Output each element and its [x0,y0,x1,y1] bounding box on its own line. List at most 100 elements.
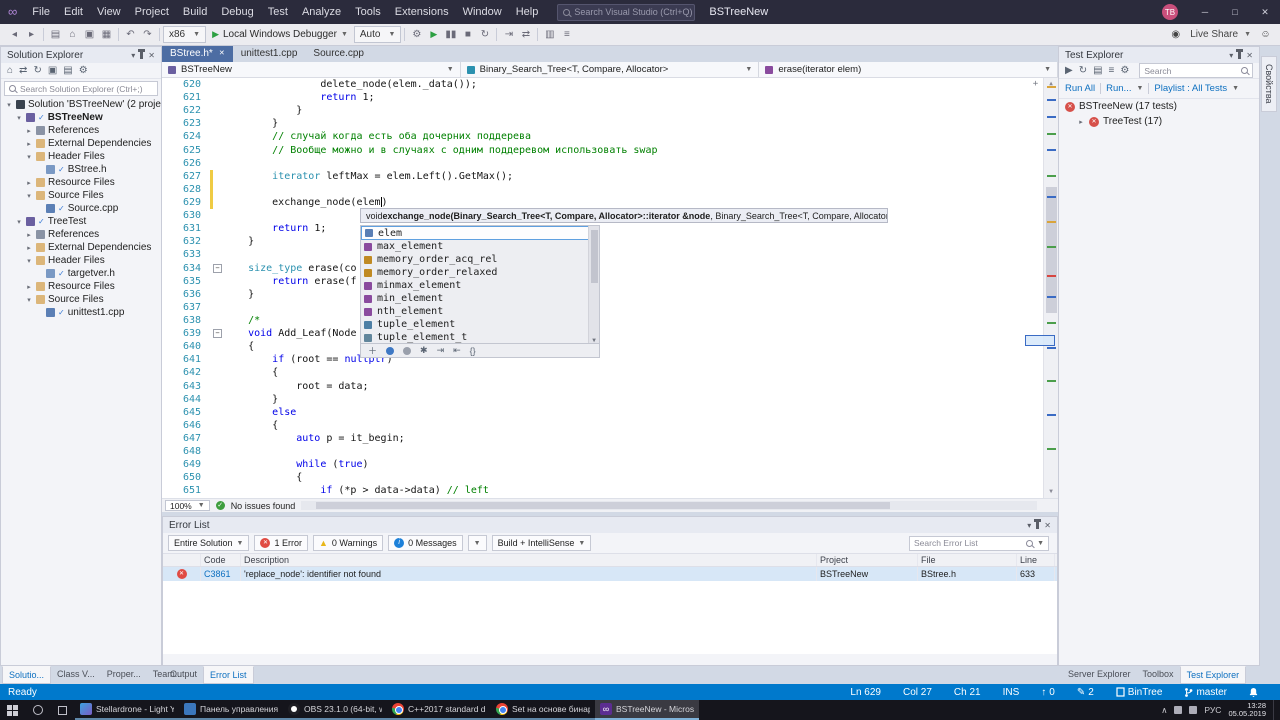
columns-filter-button[interactable]: ▼ [468,535,487,551]
solution-search-box[interactable]: Search Solution Explorer (Ctrl+;) [4,81,158,96]
save-icon[interactable]: ▣ [81,29,98,40]
completion-item[interactable]: tuple_element [361,318,599,331]
refresh-icon[interactable]: ↻ [33,65,41,76]
home-icon[interactable]: ⌂ [7,65,13,76]
col-project[interactable]: Project [817,554,918,566]
maximize-button[interactable]: □ [1220,0,1250,24]
taskbar-app-0[interactable]: Stellardrone - Light Y... [75,700,179,720]
code-line[interactable]: 628 [162,183,1058,196]
test-search-box[interactable]: Search [1139,63,1253,78]
expander-icon[interactable]: ▸ [25,179,33,187]
completion-item[interactable]: elem [361,226,599,240]
panel-tab-toolbox[interactable]: Toolbox [1137,666,1180,684]
menu-debug[interactable]: Debug [214,0,260,24]
test-link-0[interactable]: Run All [1065,83,1095,94]
filter-snippets-icon[interactable]: {} [470,346,476,356]
code-line[interactable]: 626 [162,157,1058,170]
code-editor[interactable]: 620 delete_node(elem._data());621 return… [162,78,1058,498]
close-icon[interactable]: ✕ [1246,51,1253,60]
completion-item[interactable]: memory_order_relaxed [361,266,599,279]
repeat-run-icon[interactable]: ↻ [1079,65,1087,76]
pending-changes-button[interactable]: ✎2 [1077,687,1094,698]
code-line[interactable]: 625 // Вообще можно и в случаях с одним … [162,144,1058,157]
document-tab[interactable]: Source.cpp [305,46,372,62]
completion-item[interactable]: memory_order_acq_rel [361,253,599,266]
network-icon[interactable] [1189,706,1197,714]
document-tab[interactable]: BStree.h*✕ [162,46,233,62]
start-button[interactable] [0,700,25,720]
panel-tab-solutio-[interactable]: Solutio... [2,666,51,684]
menu-file[interactable]: File [25,0,57,24]
tree-item[interactable]: ▾Solution 'BSTreeNew' (2 projects) [1,98,161,111]
completion-item[interactable]: minmax_element [361,279,599,292]
col-description[interactable]: Description [241,554,817,566]
code-line[interactable]: 632 } [162,235,1058,248]
window-position-icon[interactable]: ▾ [1027,521,1031,530]
filter-classes-icon[interactable] [403,347,411,355]
completion-item[interactable]: max_element [361,240,599,253]
panel-tab-proper-[interactable]: Proper... [101,666,147,684]
expander-icon[interactable]: ▾ [5,101,13,109]
errors-toggle[interactable]: ✕ 1 Error [254,535,308,551]
taskbar-app-2[interactable]: OBS 23.1.0 (64-bit, wi... [283,700,387,720]
navigate-back-icon[interactable]: ◂ [6,29,23,40]
panel-tab-server-explorer[interactable]: Server Explorer [1062,666,1137,684]
volume-icon[interactable] [1174,706,1182,714]
expander-icon[interactable]: ▾ [15,218,23,226]
menu-help[interactable]: Help [509,0,546,24]
navigate-forward-icon[interactable]: ▸ [23,29,40,40]
horizontal-scrollbar[interactable] [301,501,1037,510]
scrollbar-thumb[interactable] [1046,187,1057,313]
code-line[interactable]: 641 if (root == nullptr) [162,353,1058,366]
code-line[interactable]: 647 auto p = it_begin; [162,432,1058,445]
close-icon[interactable]: ✕ [1044,521,1051,530]
save-all-icon[interactable]: ▦ [98,29,115,40]
hidden-icons-chevron[interactable]: ∧ [1161,705,1167,716]
scrollbar-thumb[interactable] [591,230,598,283]
stop-icon[interactable]: ■ [459,29,476,40]
code-line[interactable]: 631 return 1; [162,222,1058,235]
user-avatar[interactable]: ТВ [1162,4,1178,20]
attach-icon[interactable]: ⚙ [408,29,425,40]
expander-icon[interactable]: ▾ [25,192,33,200]
properties-icon[interactable]: ⚙ [79,65,88,76]
expander-icon[interactable]: ▸ [25,231,33,239]
tree-item[interactable]: ✓unittest1.cpp [1,306,161,319]
code-line[interactable]: 649 while (true) [162,458,1058,471]
show-all-files-icon[interactable]: ▤ [63,65,72,76]
code-line[interactable]: 642 { [162,366,1058,379]
platform-combo[interactable]: x86 ▼ [163,26,206,43]
tree-item[interactable]: ▾Source Files [1,189,161,202]
code-line[interactable]: 634− size_type erase(co [162,262,1058,275]
collapse-all-icon[interactable]: ▣ [48,65,57,76]
code-line[interactable]: 621 return 1; [162,91,1058,104]
test-tree-item[interactable]: ✕BSTreeNew (17 tests) [1059,99,1259,114]
code-line[interactable]: 650 { [162,471,1058,484]
outgoing-commits-button[interactable]: ↑0 [1041,687,1055,698]
panel-tab-test-explorer[interactable]: Test Explorer [1180,666,1247,684]
tree-item[interactable]: ▸External Dependencies [1,137,161,150]
clock[interactable]: 13:28 05.05.2019 [1228,702,1266,718]
panel-tab-class-v-[interactable]: Class V... [51,666,101,684]
completion-scrollbar[interactable]: ▼ [588,226,599,344]
run-tests-icon[interactable]: ▶ [1065,65,1073,76]
expander-icon[interactable]: ▸ [25,283,33,291]
test-tree-item[interactable]: ▸✕TreeTest (17) [1059,114,1259,129]
solution-explorer-header[interactable]: Solution Explorer ▾ ✕ [1,47,161,63]
undo-icon[interactable]: ↶ [122,29,139,40]
error-code-cell[interactable]: C3861 [201,567,241,581]
comment-icon[interactable]: ≡ [558,29,575,40]
tree-item[interactable]: ▸External Dependencies [1,241,161,254]
group-by-icon[interactable]: ▤ [1093,65,1102,76]
expander-icon[interactable]: ▾ [15,114,23,122]
filter-all-icon[interactable]: ＋ [368,344,377,357]
expander-icon[interactable]: ▾ [25,296,33,304]
settings-icon[interactable]: ⚙ [1120,65,1129,76]
breadcrumb-2[interactable]: erase(iterator elem)▼ [759,62,1058,77]
live-share-button[interactable]: Live Share [1190,29,1238,40]
minimize-button[interactable]: ─ [1190,0,1220,24]
redo-icon[interactable]: ↷ [139,29,156,40]
show-desktop-button[interactable] [1273,700,1276,720]
menu-analyze[interactable]: Analyze [295,0,348,24]
code-line[interactable]: 640 { [162,340,1058,353]
